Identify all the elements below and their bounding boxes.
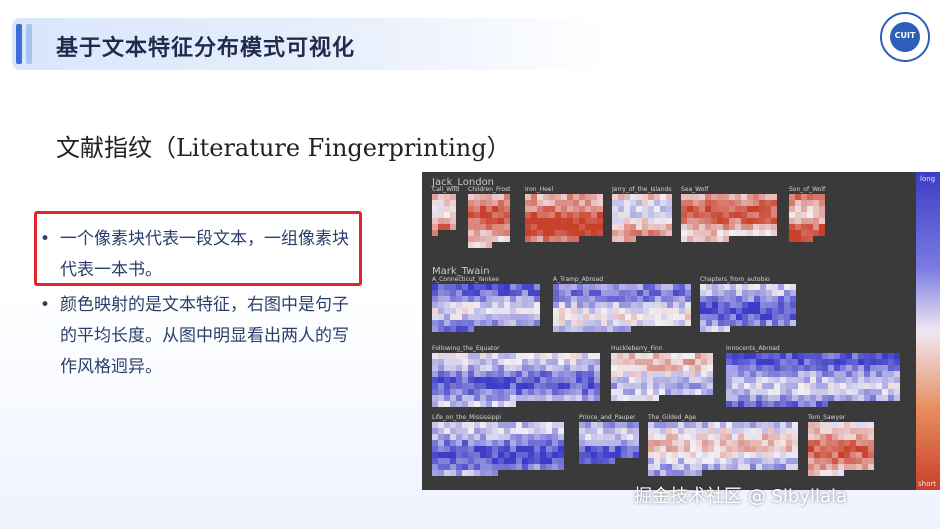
bullet-marker: • [40,295,51,315]
text-pixel [609,458,615,464]
book-label: Jerry_of_the_Islands [612,186,672,193]
text-pixel [594,395,600,401]
text-pixel [450,224,456,230]
text-pixel [807,236,813,242]
title-accent-bar [16,24,22,64]
book-label: Innocents_Abroad [726,345,780,352]
book-label: Life_on_the_Mississippi [432,414,502,421]
text-pixel [510,401,516,407]
book-fingerprint [681,194,781,246]
book-label: Son_of_Wolf [789,186,826,193]
book-fingerprint [648,422,800,476]
text-pixel [822,401,828,407]
book-label: Prince_and_Pauper [579,414,636,421]
book-label: Call_Wild [432,186,460,193]
color-scale-bar [916,172,940,490]
text-pixel [666,230,672,236]
bullet-item: • 一个像素块代表一段文本，一组像素块代表一本书。 [40,224,360,286]
university-logo: CUIT [880,12,930,62]
text-pixel [432,230,438,236]
text-pixel [630,236,636,242]
text-pixel [534,320,540,326]
scale-label-short: short [918,480,936,488]
text-pixel [696,470,702,476]
book-label: Iron_Heel [525,186,554,193]
text-pixel [492,470,498,476]
scale-label-long: long [920,175,936,183]
text-pixel [558,464,564,470]
book-fingerprint [432,194,458,240]
text-pixel [724,326,730,332]
text-pixel [685,320,691,326]
text-pixel [868,464,874,470]
book-label: A_Connecticut_Yankee [432,276,499,283]
title-accent-bar-light [26,24,32,64]
book-fingerprint [525,194,605,246]
text-pixel [468,326,474,332]
book-fingerprint [612,194,672,246]
logo-text: CUIT [894,31,916,40]
slide-title: 基于文本特征分布模式可视化 [56,36,356,61]
book-label: Sea_Wolf [681,186,709,193]
text-pixel [573,236,579,242]
book-fingerprint [432,284,542,336]
bullet-text: 一个像素块代表一段文本，一组像素块代表一本书。 [60,229,349,280]
book-label: Huckleberry_Finn [611,345,663,352]
text-pixel [790,320,796,326]
text-pixel [504,236,510,242]
text-pixel [792,464,798,470]
book-label: Children_Frost [468,186,511,193]
text-pixel [486,242,492,248]
watermark: 掘金技术社区 @ Sibyllala [634,486,848,507]
book-fingerprint [789,194,829,246]
bullet-marker: • [40,229,51,249]
book-fingerprint [432,353,602,409]
text-pixel [707,389,713,395]
book-fingerprint [611,353,715,405]
text-pixel [819,230,825,236]
text-pixel [633,452,639,458]
text-pixel [894,395,900,401]
book-label: Following_the_Equator [432,345,500,352]
text-pixel [723,236,729,242]
book-fingerprint [579,422,642,468]
bullet-list: • 一个像素块代表一段文本，一组像素块代表一本书。 • 颜色映射的是文本特征，右… [40,224,360,383]
text-pixel [597,230,603,236]
bullet-text: 颜色映射的是文本特征，右图中是句子的平均长度。从图中明显看出两人的写作风格迥异。 [60,295,349,377]
text-pixel [625,326,631,332]
text-pixel [771,230,777,236]
book-fingerprint [468,194,514,248]
book-label: The_Gilded_Age [648,414,697,421]
book-label: Tom_Sawyer [808,414,846,421]
text-pixel [838,470,844,476]
section-subtitle: 文献指纹（Literature Fingerprinting） [56,134,511,162]
book-fingerprint [700,284,797,336]
book-fingerprint [432,422,569,476]
book-fingerprint [808,422,874,476]
book-fingerprint [553,284,691,336]
bullet-item: • 颜色映射的是文本特征，右图中是句子的平均长度。从图中明显看出两人的写作风格迥… [40,290,360,383]
fingerprint-visualization: Jack_London Call_Wild Children_Frost Iron_H… [422,172,916,490]
book-label: A_Tramp_Abroad [553,276,604,283]
text-pixel [653,395,659,401]
book-label: Chapters_from_autobio [700,276,770,283]
book-fingerprint [726,353,902,409]
